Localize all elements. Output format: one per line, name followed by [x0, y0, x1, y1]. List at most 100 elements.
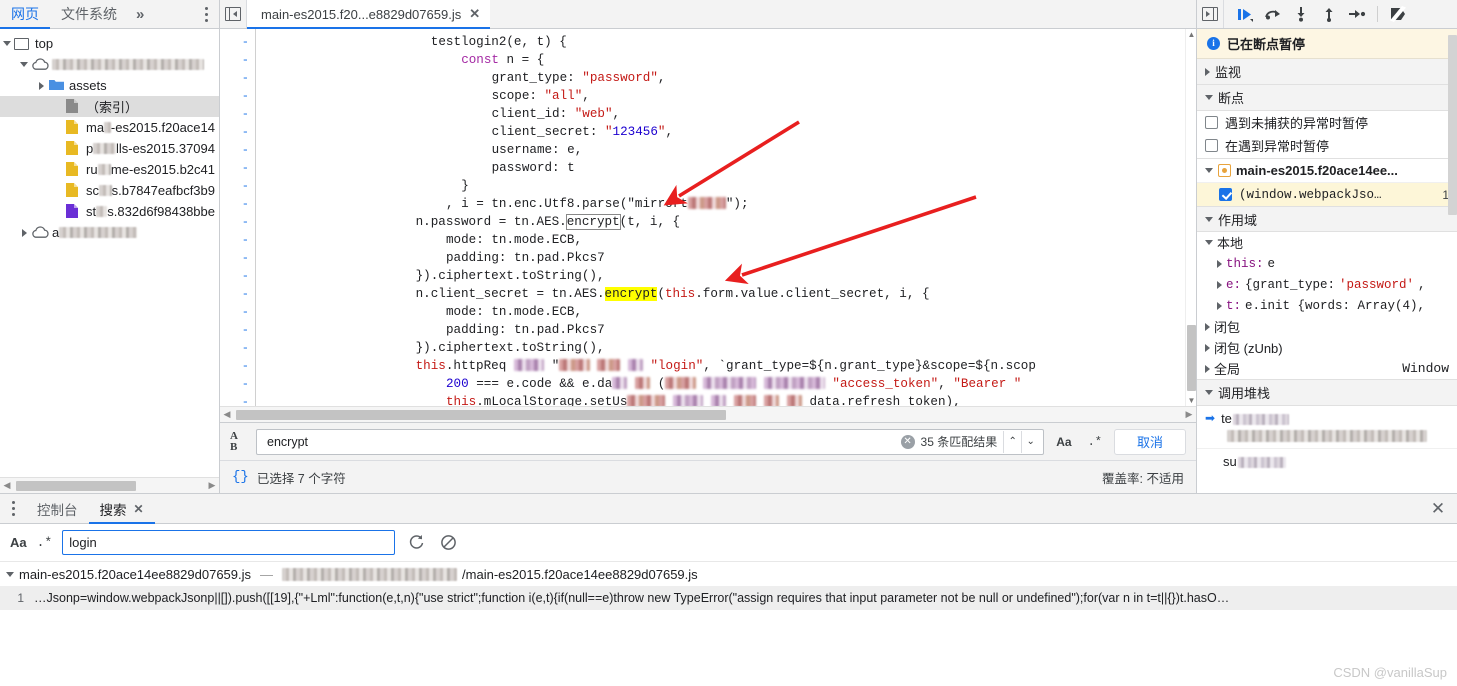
gutter-line[interactable]: -	[220, 267, 255, 285]
tree-item[interactable]: top	[0, 33, 219, 54]
code-line[interactable]: client_id: "web",	[256, 105, 1196, 123]
chevron-down-icon[interactable]	[0, 41, 14, 46]
code-line[interactable]: , i = tn.enc.Utf8.parse("mirrort ");	[256, 195, 1196, 213]
gutter-line[interactable]: -	[220, 159, 255, 177]
tab-filesystem[interactable]: 文件系统	[50, 0, 128, 28]
navigator-hscrollbar[interactable]: ◀ ▶	[0, 477, 219, 493]
gutter-line[interactable]: -	[220, 195, 255, 213]
regex-button[interactable]: .*	[1084, 435, 1106, 449]
scroll-down-arrow[interactable]: ▼	[1186, 395, 1196, 406]
code-line[interactable]: grant_type: "password",	[256, 69, 1196, 87]
gutter-line[interactable]: -	[220, 177, 255, 195]
code-line[interactable]: n.password = tn.AES.encrypt(t, i, {	[256, 213, 1196, 231]
code-line[interactable]: testlogin2(e, t) {	[256, 33, 1196, 51]
checkbox[interactable]	[1219, 188, 1232, 201]
scroll-thumb[interactable]	[16, 481, 136, 491]
tab-page[interactable]: 网页	[0, 0, 50, 28]
chevron-right-icon[interactable]	[17, 229, 31, 237]
clear-icon[interactable]	[437, 532, 459, 554]
close-icon[interactable]: ✕	[469, 6, 480, 22]
search-input[interactable]	[62, 530, 395, 555]
section-breakpoints[interactable]: 断点	[1197, 85, 1457, 111]
scroll-thumb[interactable]	[1448, 35, 1457, 215]
gutter-line[interactable]: -	[220, 339, 255, 357]
scroll-thumb-vertical[interactable]	[1187, 325, 1196, 391]
checkbox[interactable]	[1205, 116, 1218, 129]
tree-item[interactable]: assets	[0, 75, 219, 96]
scope-local-row[interactable]: 本地	[1197, 232, 1457, 253]
clear-icon[interactable]: ✕	[901, 435, 915, 449]
match-case-button[interactable]: Aa	[10, 535, 27, 550]
code-line[interactable]: password: t	[256, 159, 1196, 177]
deactivate-breakpoints-icon[interactable]	[1385, 2, 1411, 26]
search-result-line[interactable]: 1 …Jsonp=window.webpackJsonp||[]).push([…	[0, 586, 1457, 610]
code-line[interactable]: username: e,	[256, 141, 1196, 159]
resume-icon[interactable]	[1232, 2, 1258, 26]
editor-hscrollbar[interactable]: ◀ ▶	[220, 406, 1196, 422]
code-line[interactable]: padding: tn.pad.Pkcs7	[256, 249, 1196, 267]
scroll-thumb-horizontal[interactable]	[236, 410, 726, 420]
gutter-line[interactable]: -	[220, 357, 255, 375]
scope-var-this[interactable]: this: e	[1197, 253, 1457, 274]
code-line[interactable]: mode: tn.mode.ECB,	[256, 303, 1196, 321]
refresh-icon[interactable]	[405, 532, 427, 554]
gutter-line[interactable]: -	[220, 249, 255, 267]
scroll-left-arrow[interactable]: ◀	[0, 480, 14, 491]
section-scope[interactable]: 作用域	[1197, 206, 1457, 232]
code-line[interactable]: this.httpReq " "login", `grant_type=${n.…	[256, 357, 1196, 375]
scroll-right-arrow[interactable]: ▶	[1182, 409, 1196, 420]
scope-var-e[interactable]: e: {grant_type: 'password',	[1197, 274, 1457, 295]
gutter-line[interactable]: -	[220, 213, 255, 231]
pause-on-uncaught-exceptions-row[interactable]: 遇到未捕获的异常时暂停	[1197, 111, 1457, 134]
code-line[interactable]: }	[256, 177, 1196, 195]
editor-tab-main-js[interactable]: main-es2015.f20...e8829d07659.js ✕	[247, 0, 490, 28]
find-input-wrap[interactable]: ✕ 35 条匹配结果 ⌃ ⌄	[256, 429, 1044, 455]
cancel-button[interactable]: 取消	[1114, 429, 1186, 455]
show-debugger-sidebar-icon[interactable]	[1197, 0, 1224, 28]
match-case-button[interactable]: Aa	[1052, 435, 1075, 449]
code-line[interactable]: mode: tn.mode.ECB,	[256, 231, 1196, 249]
search-result-file-row[interactable]: main-es2015.f20ace14ee8829d07659.js — /m…	[0, 562, 1457, 586]
gutter-line[interactable]: -	[220, 231, 255, 249]
gutter-line[interactable]: -	[220, 33, 255, 51]
pretty-print-icon[interactable]: {}	[232, 469, 249, 485]
gutter-line[interactable]: -	[220, 105, 255, 123]
scope-closure-zunb-row[interactable]: 闭包 (zUnb)	[1197, 337, 1457, 358]
code-line[interactable]: }).ciphertext.toString(),	[256, 267, 1196, 285]
gutter-line[interactable]: -	[220, 123, 255, 141]
more-tabs-icon[interactable]: »	[128, 0, 152, 28]
code-line[interactable]: n.client_secret = tn.AES.encrypt(this.fo…	[256, 285, 1196, 303]
editor-vscrollbar[interactable]: ▲ ▼	[1185, 29, 1196, 406]
tree-item[interactable]: a	[0, 222, 219, 243]
find-input[interactable]	[265, 434, 901, 450]
gutter-line[interactable]: -	[220, 393, 255, 406]
breakpoint-file-row[interactable]: main-es2015.f20ace14ee...	[1197, 159, 1457, 183]
scroll-up-arrow[interactable]: ▲	[1186, 29, 1196, 40]
scope-closure-row[interactable]: 闭包	[1197, 316, 1457, 337]
gutter-line[interactable]: -	[220, 321, 255, 339]
editor-gutter[interactable]: ---------------------	[220, 29, 256, 406]
breakpoint-entry-row[interactable]: (window.webpackJso… 1	[1197, 183, 1457, 206]
tree-item[interactable]	[0, 54, 219, 75]
tree-item[interactable]: ru me-es2015.b2c41	[0, 159, 219, 180]
callstack-frame-2[interactable]: su	[1197, 449, 1457, 474]
show-navigator-icon[interactable]	[220, 0, 247, 28]
tree-item[interactable]: ma -es2015.f20ace14	[0, 117, 219, 138]
code-line[interactable]: const n = {	[256, 51, 1196, 69]
drawer-tab-console[interactable]: 控制台	[26, 494, 89, 523]
tree-item[interactable]: sc s.b7847eafbcf3b9	[0, 180, 219, 201]
chevron-right-icon[interactable]	[34, 82, 48, 90]
code-line[interactable]: }).ciphertext.toString(),	[256, 339, 1196, 357]
step-into-icon[interactable]	[1288, 2, 1314, 26]
section-watch[interactable]: 监视	[1197, 59, 1457, 85]
tree-item[interactable]: p lls-es2015.37094	[0, 138, 219, 159]
tree-item[interactable]: st s.832d6f98438bbe	[0, 201, 219, 222]
scroll-left-arrow[interactable]: ◀	[220, 409, 234, 420]
step-icon[interactable]	[1344, 2, 1370, 26]
callstack-frame-active[interactable]: ➡ te	[1197, 406, 1457, 449]
debugger-vscrollbar[interactable]	[1448, 29, 1457, 489]
gutter-line[interactable]: -	[220, 285, 255, 303]
gutter-line[interactable]: -	[220, 51, 255, 69]
code-line[interactable]: 200 === e.code && e.da ( "access_token",…	[256, 375, 1196, 393]
regex-button[interactable]: .*	[37, 535, 53, 550]
